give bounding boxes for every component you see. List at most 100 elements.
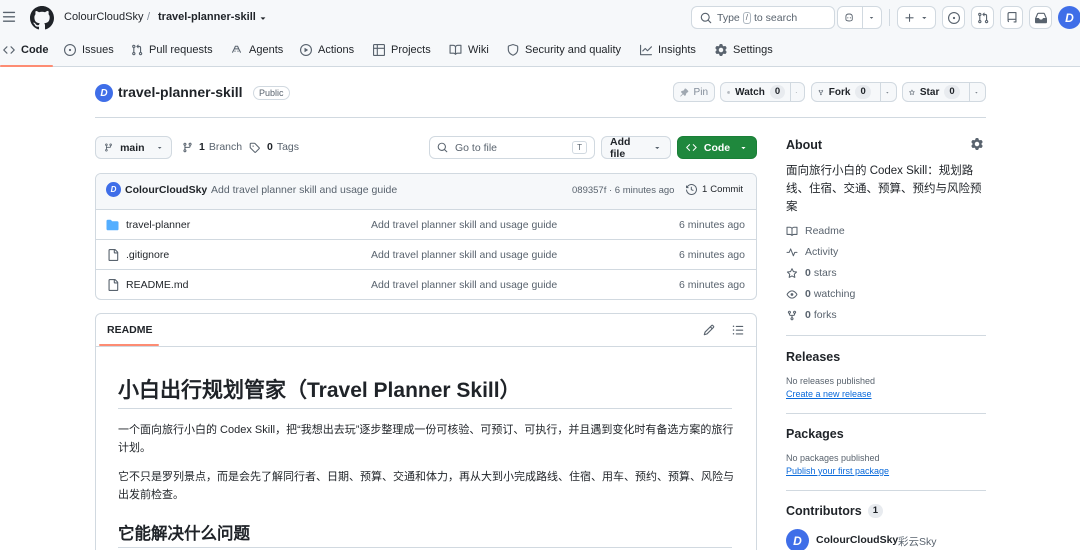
fork-icon xyxy=(787,310,797,320)
readme-tab[interactable]: README xyxy=(107,324,153,336)
user-avatar[interactable]: D xyxy=(1058,6,1080,29)
activity-link[interactable]: Activity xyxy=(786,246,838,258)
code-icon xyxy=(686,144,697,151)
star-icon xyxy=(909,89,915,95)
copilot-button[interactable] xyxy=(837,6,882,29)
forks-count: 0 xyxy=(805,309,811,321)
github-mark-icon xyxy=(30,6,54,30)
pin-button[interactable]: Pin xyxy=(673,82,715,102)
commit-author[interactable]: ColourCloudSky xyxy=(125,184,207,196)
activity-link-label: Activity xyxy=(805,246,839,258)
forks-link[interactable]: 0 forks xyxy=(786,309,837,321)
commit-message[interactable]: Add travel planner skill and usage guide xyxy=(211,184,397,196)
publish-package-link[interactable]: Publish your first package xyxy=(786,466,889,476)
releases-heading[interactable]: Releases xyxy=(786,350,840,364)
tab-actions[interactable]: Actions xyxy=(300,41,354,59)
commit-author-avatar[interactable]: D xyxy=(106,182,121,197)
tab-code-label: Code xyxy=(21,44,49,56)
go-to-file-input[interactable]: Go to file T xyxy=(429,136,595,159)
pencil-icon[interactable] xyxy=(703,324,715,336)
issues-button[interactable] xyxy=(942,6,965,29)
gear-icon[interactable] xyxy=(971,138,983,150)
owner-link[interactable]: ColourCloudSky xyxy=(64,11,143,23)
play-icon xyxy=(300,44,312,56)
tab-agents[interactable]: Agents xyxy=(230,41,283,59)
outline-list-icon[interactable] xyxy=(732,324,744,336)
repo-link[interactable]: travel-planner-skill xyxy=(158,11,256,23)
repositories-button[interactable] xyxy=(1000,6,1023,29)
branches-link[interactable]: 1 Branch xyxy=(182,141,242,153)
file-commit-message[interactable]: Add travel planner skill and usage guide xyxy=(371,219,557,231)
fork-button[interactable]: Fork 0 xyxy=(811,82,897,102)
repo-switcher-chevron-icon[interactable] xyxy=(258,13,268,23)
code-dropdown-button[interactable]: Code xyxy=(677,136,757,159)
commit-meta[interactable]: 089357f · 6 minutes ago xyxy=(572,185,674,196)
repo-owner-avatar[interactable]: D xyxy=(95,84,113,102)
tab-pull-requests[interactable]: Pull requests xyxy=(131,41,213,59)
no-packages-text: No packages published xyxy=(786,453,880,463)
inbox-button[interactable] xyxy=(1029,6,1052,29)
star-icon xyxy=(786,267,798,278)
global-search-input[interactable]: Type / to search xyxy=(691,6,835,29)
header-divider xyxy=(889,9,890,26)
stars-label: stars xyxy=(813,267,837,279)
file-name[interactable]: travel-planner xyxy=(126,219,190,231)
create-release-link[interactable]: Create a new release xyxy=(786,389,872,399)
contributor-avatar[interactable]: D xyxy=(786,529,809,550)
readme-link[interactable]: Readme xyxy=(786,225,845,237)
tab-insights[interactable]: Insights xyxy=(640,41,696,59)
branch-selector[interactable]: main xyxy=(95,136,172,159)
watch-button[interactable]: Watch 0 xyxy=(720,82,805,102)
contributor-name[interactable]: ColourCloudSky xyxy=(816,534,898,546)
file-time: 6 minutes ago xyxy=(679,218,745,231)
commits-history-link[interactable]: 1 Commit xyxy=(686,184,743,195)
tab-code[interactable]: Code xyxy=(3,41,49,59)
watching-label: watching xyxy=(813,288,856,300)
go-to-file-placeholder: Go to file xyxy=(455,141,498,154)
star-count: 0 xyxy=(944,85,960,99)
stars-link[interactable]: 0 stars xyxy=(786,267,837,279)
star-button[interactable]: Star 0 xyxy=(902,82,986,102)
tab-agents-label: Agents xyxy=(249,44,284,56)
readme-section-heading: 它能解决什么问题 xyxy=(118,525,250,543)
packages-heading[interactable]: Packages xyxy=(786,427,844,441)
file-row[interactable]: travel-planner Add travel planner skill … xyxy=(95,209,757,239)
tab-security[interactable]: Security and quality xyxy=(507,41,621,59)
menu-button[interactable] xyxy=(2,8,18,26)
pin-label: Pin xyxy=(693,86,708,98)
file-icon xyxy=(108,278,119,291)
file-commit-message[interactable]: Add travel planner skill and usage guide xyxy=(371,279,557,291)
sidebar-divider xyxy=(786,413,986,414)
tab-issues[interactable]: Issues xyxy=(64,41,114,59)
tags-link[interactable]: 0 Tags xyxy=(249,141,299,153)
pull-requests-button[interactable] xyxy=(971,6,994,29)
watching-link[interactable]: 0 watching xyxy=(786,288,855,300)
contributor-alias: 彩云Sky xyxy=(898,536,937,548)
repo-title[interactable]: travel-planner-skill xyxy=(118,84,243,100)
book-icon xyxy=(449,44,462,55)
no-releases-text: No releases published xyxy=(786,376,876,386)
history-icon xyxy=(686,184,697,195)
contributors-heading: Contributors xyxy=(786,504,862,518)
file-commit-message[interactable]: Add travel planner skill and usage guide xyxy=(371,249,557,261)
add-file-button[interactable]: Add file xyxy=(601,136,671,160)
github-logo[interactable] xyxy=(30,6,54,30)
readme-title-rule xyxy=(118,408,732,409)
stars-count: 0 xyxy=(805,267,811,279)
chevron-down-icon xyxy=(922,16,927,20)
tab-wiki[interactable]: Wiki xyxy=(449,41,489,59)
tab-projects[interactable]: Projects xyxy=(373,41,431,59)
file-name[interactable]: README.md xyxy=(126,279,188,291)
contributors-header[interactable]: Contributors 1 xyxy=(786,504,883,518)
search-icon xyxy=(700,12,712,23)
folder-icon xyxy=(106,219,119,230)
graph-icon xyxy=(640,44,652,56)
tab-settings[interactable]: Settings xyxy=(715,41,773,59)
file-row[interactable]: README.md Add travel planner skill and u… xyxy=(95,269,757,299)
readme-tab-underline xyxy=(99,344,159,346)
create-new-button[interactable] xyxy=(897,6,936,29)
file-name[interactable]: .gitignore xyxy=(126,249,169,261)
file-time: 6 minutes ago xyxy=(679,278,745,291)
pin-icon xyxy=(680,87,689,97)
file-row[interactable]: .gitignore Add travel planner skill and … xyxy=(95,239,757,269)
